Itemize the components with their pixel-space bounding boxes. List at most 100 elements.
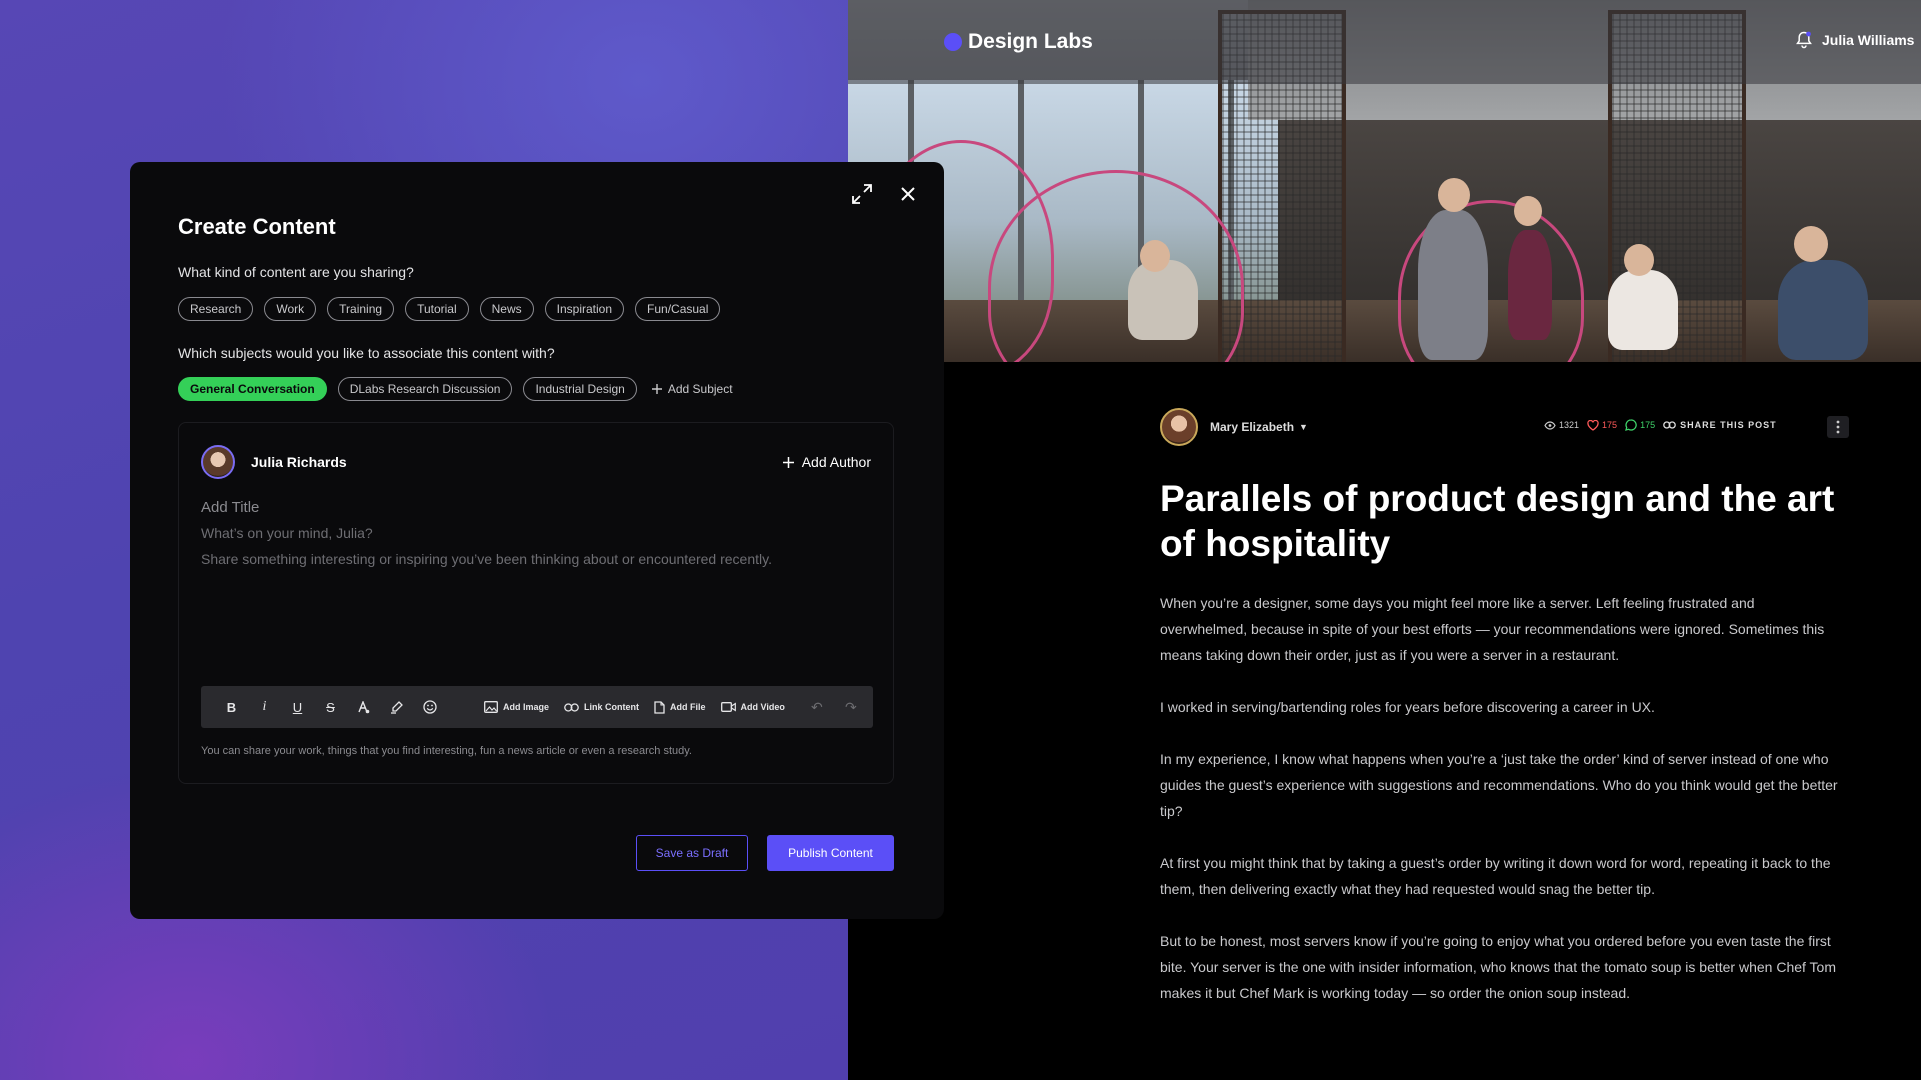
image-icon — [484, 701, 498, 713]
add-video-label: Add Video — [740, 702, 785, 712]
chip-training[interactable]: Training — [327, 297, 395, 321]
plus-icon — [651, 384, 662, 394]
modal-window-controls — [850, 182, 920, 206]
likes-count: 175 — [1602, 420, 1618, 430]
article-paragraph: At first you might think that by taking … — [1160, 855, 1831, 897]
bell-icon[interactable] — [1796, 31, 1812, 49]
save-draft-button[interactable]: Save as Draft — [636, 835, 748, 871]
link-icon — [1663, 421, 1676, 429]
file-icon — [654, 700, 665, 714]
chip-inspiration[interactable]: Inspiration — [544, 297, 625, 321]
article-paragraph: In my experience, I know what happens wh… — [1160, 751, 1838, 819]
link-content-label: Link Content — [584, 702, 640, 712]
close-icon[interactable] — [896, 182, 920, 206]
more-vertical-icon — [1836, 420, 1840, 434]
editor-author-name: Julia Richards — [251, 454, 347, 470]
publish-content-button[interactable]: Publish Content — [767, 835, 894, 871]
chevron-down-icon[interactable]: ▼ — [1299, 422, 1308, 432]
add-subject-button[interactable]: Add Subject — [651, 382, 733, 396]
more-options-button[interactable] — [1827, 416, 1849, 438]
subject-chips: General Conversation DLabs Research Disc… — [178, 377, 733, 401]
italic-button[interactable]: i — [248, 686, 281, 728]
modal-title: Create Content — [178, 214, 336, 239]
comments-stat[interactable]: 175 — [1625, 419, 1655, 431]
top-navigation-bar: Design Labs Julia Williams — [848, 0, 1921, 84]
expand-icon[interactable] — [850, 182, 874, 206]
title-input[interactable]: Add Title — [201, 499, 259, 516]
video-icon — [720, 702, 736, 712]
brand-name: Design Labs — [968, 30, 1093, 53]
article-page: Design Labs Julia Williams Mary Elizabet… — [848, 0, 1921, 1080]
redo-button[interactable]: ↷ — [834, 686, 868, 728]
italic-icon: i — [262, 699, 267, 714]
plus-icon — [782, 456, 794, 468]
chip-tutorial[interactable]: Tutorial — [405, 297, 469, 321]
highlight-button[interactable] — [380, 686, 413, 728]
user-menu[interactable]: Julia Williams — [1796, 31, 1914, 49]
underline-button[interactable]: U — [281, 686, 314, 728]
add-subject-label: Add Subject — [667, 382, 733, 396]
article-body: When you’re a designer, some days you mi… — [1160, 590, 1840, 1006]
strikethrough-icon: S — [326, 699, 335, 715]
bold-icon: B — [226, 699, 237, 715]
text-color-icon — [357, 700, 370, 714]
article-paragraph: But to be honest, most servers know if y… — [1160, 933, 1836, 1001]
content-editor: Julia Richards Add Author Add Title What… — [178, 422, 894, 784]
share-label: SHARE THIS POST — [1680, 420, 1777, 430]
link-content-button[interactable]: Link Content — [564, 686, 639, 728]
add-file-label: Add File — [670, 702, 706, 712]
chip-work[interactable]: Work — [264, 297, 317, 321]
views-stat: 1321 — [1544, 420, 1579, 430]
editor-helper-text: You can share your work, things that you… — [201, 745, 692, 757]
chip-research[interactable]: Research — [178, 297, 254, 321]
chip-industrial-design[interactable]: Industrial Design — [523, 377, 637, 401]
share-post-button[interactable]: SHARE THIS POST — [1663, 420, 1777, 430]
chip-general-conversation[interactable]: General Conversation — [178, 377, 327, 401]
article-title: Parallels of product design and the art … — [1160, 478, 1835, 564]
chip-dlabs-research-discussion[interactable]: DLabs Research Discussion — [337, 377, 513, 401]
strikethrough-button[interactable]: S — [314, 686, 347, 728]
undo-icon: ↶ — [810, 698, 823, 715]
article: Mary Elizabeth ▼ 1321 175 175 SHARE THIS — [1160, 408, 1849, 1032]
article-paragraph: I worked in serving/bartending roles for… — [1160, 699, 1655, 715]
undo-button[interactable]: ↶ — [800, 686, 834, 728]
chip-fun-casual[interactable]: Fun/Casual — [635, 297, 721, 321]
add-image-button[interactable]: Add Image — [484, 686, 549, 728]
highlighter-icon — [390, 700, 403, 714]
add-image-label: Add Image — [503, 702, 550, 712]
underline-icon: U — [292, 699, 303, 715]
user-name: Julia Williams — [1822, 32, 1915, 48]
add-author-label: Add Author — [801, 454, 871, 470]
editor-toolbar: B i U S Add Image Link Content Add File … — [201, 686, 873, 728]
article-paragraph: When you’re a designer, some days you mi… — [1160, 595, 1825, 663]
text-color-button[interactable] — [347, 686, 380, 728]
redo-icon: ↷ — [844, 698, 857, 715]
likes-stat[interactable]: 175 — [1587, 419, 1618, 431]
add-file-button[interactable]: Add File — [654, 686, 706, 728]
body-input-hint[interactable]: Share something interesting or inspiring… — [201, 551, 772, 567]
subject-question: Which subjects would you like to associa… — [178, 345, 555, 361]
brand-dot-icon — [944, 33, 962, 51]
content-type-question: What kind of content are you sharing? — [178, 264, 414, 280]
emoji-icon — [422, 700, 437, 714]
avatar[interactable] — [1160, 408, 1198, 446]
add-video-button[interactable]: Add Video — [720, 686, 785, 728]
emoji-button[interactable] — [413, 686, 446, 728]
heart-icon — [1587, 419, 1599, 431]
avatar[interactable] — [201, 445, 235, 479]
views-count: 1321 — [1559, 420, 1580, 430]
comments-count: 175 — [1640, 420, 1656, 430]
eye-icon — [1544, 420, 1556, 430]
add-author-button[interactable]: Add Author — [782, 454, 871, 470]
link-icon — [564, 702, 579, 712]
chip-news[interactable]: News — [479, 297, 534, 321]
article-stats: 1321 175 175 SHARE THIS POST — [1544, 419, 1777, 431]
comment-icon — [1625, 419, 1637, 431]
bold-button[interactable]: B — [215, 686, 248, 728]
content-type-chips: Research Work Training Tutorial News Ins… — [178, 297, 721, 321]
author-name[interactable]: Mary Elizabeth — [1210, 420, 1294, 434]
create-content-modal: Create Content What kind of content are … — [130, 162, 944, 919]
article-meta: Mary Elizabeth ▼ 1321 175 175 SHARE THIS — [1160, 408, 1849, 446]
body-input[interactable]: What’s on your mind, Julia? — [201, 525, 373, 541]
brand-logo[interactable]: Design Labs — [944, 30, 1093, 54]
